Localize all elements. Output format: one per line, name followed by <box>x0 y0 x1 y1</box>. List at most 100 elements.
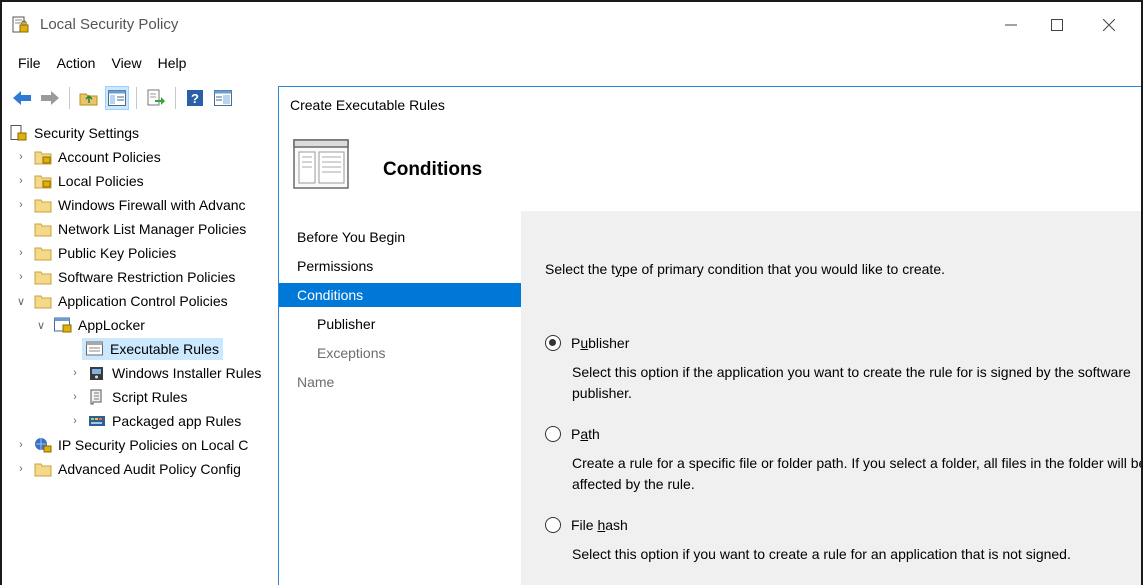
mmc-window: Local Security Policy File Action View H… <box>0 0 1143 585</box>
tree-item-application-control[interactable]: ∨ Application Control Policies <box>14 290 228 312</box>
menu-view[interactable]: View <box>103 55 149 71</box>
step-label: Exceptions <box>317 345 386 361</box>
step-label: Before You Begin <box>297 229 406 245</box>
folder-icon <box>34 295 52 309</box>
help-icon: ? <box>187 90 203 106</box>
export-list-button[interactable] <box>144 86 168 110</box>
file-hash-radio[interactable] <box>545 517 561 533</box>
expand-chevron-icon[interactable]: › <box>14 150 28 164</box>
forward-button[interactable] <box>38 86 62 110</box>
wizard-steps: Before You Begin Permissions Conditions … <box>279 211 521 585</box>
step-name: Name <box>279 370 521 394</box>
step-label: Conditions <box>297 287 364 303</box>
folder-icon <box>34 463 52 477</box>
tree-item-script-rules[interactable]: › Script Rules <box>68 386 187 408</box>
policy-folder-icon <box>34 151 52 165</box>
properties-button[interactable] <box>211 86 235 110</box>
tree-label: Application Control Policies <box>58 293 228 309</box>
expand-chevron-icon[interactable]: › <box>14 174 28 188</box>
menu-bar: File Action View Help <box>2 49 194 77</box>
tree-item-executable-rules[interactable]: Executable Rules <box>82 338 223 360</box>
expand-chevron-icon[interactable]: › <box>14 270 28 284</box>
tree-label: Executable Rules <box>110 341 219 357</box>
tree-label: Public Key Policies <box>58 245 177 261</box>
folder-icon <box>34 223 52 237</box>
wizard-page-icon <box>293 139 349 189</box>
expand-chevron-icon[interactable]: › <box>14 438 28 452</box>
close-button[interactable] <box>1086 8 1132 42</box>
packaged-app-icon <box>89 416 105 426</box>
create-executable-rules-dialog: Create Executable Rules Conditions Befor… <box>278 86 1141 585</box>
tree-label: Software Restriction Policies <box>58 269 236 285</box>
folder-icon <box>34 199 52 213</box>
menu-help[interactable]: Help <box>150 55 195 71</box>
policy-folder-icon <box>34 175 52 189</box>
tree-label: Advanced Audit Policy Config <box>58 461 241 477</box>
minimize-button[interactable] <box>988 8 1034 42</box>
window-title: Local Security Policy <box>40 16 179 33</box>
menu-action[interactable]: Action <box>49 55 104 71</box>
console-tree: Security Settings › Account Policies › L… <box>2 119 278 585</box>
toolbar: ? <box>2 81 235 115</box>
path-radio-option[interactable]: Path <box>545 426 600 442</box>
publisher-radio-option[interactable]: Publisher <box>545 335 629 351</box>
tree-item-public-key-policies[interactable]: › Public Key Policies <box>14 242 176 264</box>
step-permissions[interactable]: Permissions <box>279 254 521 278</box>
back-button[interactable] <box>10 86 34 110</box>
security-settings-icon <box>10 125 27 141</box>
tree-label: IP Security Policies on Local C <box>58 437 249 453</box>
tree-item-account-policies[interactable]: › Account Policies <box>14 146 161 168</box>
show-hide-tree-icon <box>108 90 126 106</box>
tree-item-applocker[interactable]: ∨ AppLocker <box>34 314 145 336</box>
tree-label: Windows Firewall with Advanc <box>58 197 246 213</box>
up-folder-icon <box>79 93 98 106</box>
menu-file[interactable]: File <box>10 55 49 71</box>
title-bar: Local Security Policy <box>2 2 1141 48</box>
collapse-chevron-icon[interactable]: ∨ <box>34 318 48 332</box>
publisher-radio[interactable] <box>545 335 561 351</box>
properties-icon <box>214 90 232 106</box>
maximize-button[interactable] <box>1034 8 1080 42</box>
file-hash-label[interactable]: File hash <box>571 517 628 533</box>
tree-item-local-policies[interactable]: › Local Policies <box>14 170 144 192</box>
step-conditions[interactable]: Conditions <box>279 283 521 307</box>
help-button[interactable]: ? <box>183 86 207 110</box>
tree-item-windows-installer-rules[interactable]: › Windows Installer Rules <box>68 362 261 384</box>
tree-item-security-settings[interactable]: Security Settings <box>10 122 139 144</box>
step-publisher[interactable]: Publisher <box>279 312 521 336</box>
applocker-icon <box>54 317 72 333</box>
expand-chevron-icon[interactable]: › <box>14 246 28 260</box>
back-arrow-icon <box>13 91 31 105</box>
tree-item-windows-firewall[interactable]: › Windows Firewall with Advanc <box>14 194 246 216</box>
dialog-title: Create Executable Rules <box>290 97 445 113</box>
expand-chevron-icon[interactable]: › <box>68 414 82 428</box>
collapse-chevron-icon[interactable]: ∨ <box>14 294 28 308</box>
tree-label: Network List Manager Policies <box>58 221 247 237</box>
step-exceptions: Exceptions <box>279 341 521 365</box>
expand-chevron-icon[interactable]: › <box>14 198 28 212</box>
tree-label: Security Settings <box>34 125 140 141</box>
tree-label: Packaged app Rules <box>112 413 242 429</box>
path-radio[interactable] <box>545 426 561 442</box>
tree-label: Script Rules <box>112 389 188 405</box>
up-one-level-button[interactable] <box>77 86 101 110</box>
tree-item-ip-security[interactable]: › IP Security Policies on Local C <box>14 434 248 456</box>
expand-chevron-icon[interactable]: › <box>68 390 82 404</box>
file-hash-radio-option[interactable]: File hash <box>545 517 628 533</box>
show-hide-tree-button[interactable] <box>105 86 129 110</box>
tree-item-packaged-app-rules[interactable]: › Packaged app Rules <box>68 410 241 432</box>
tree-label: Local Policies <box>58 173 144 189</box>
expand-chevron-icon[interactable]: › <box>68 366 82 380</box>
tree-label: Account Policies <box>58 149 161 165</box>
tree-label: Windows Installer Rules <box>112 365 262 381</box>
step-label: Name <box>297 374 335 390</box>
tree-item-advanced-audit[interactable]: › Advanced Audit Policy Config <box>14 458 241 480</box>
path-label[interactable]: Path <box>571 426 600 442</box>
file-hash-description: Select this option if you want to create… <box>572 546 1071 562</box>
tree-item-network-list-manager[interactable]: Network List Manager Policies <box>14 218 246 240</box>
step-before-you-begin[interactable]: Before You Begin <box>279 225 521 249</box>
tree-item-software-restriction[interactable]: › Software Restriction Policies <box>14 266 235 288</box>
step-label: Publisher <box>317 316 376 332</box>
publisher-label[interactable]: Publisher <box>571 335 629 351</box>
expand-chevron-icon[interactable]: › <box>14 462 28 476</box>
